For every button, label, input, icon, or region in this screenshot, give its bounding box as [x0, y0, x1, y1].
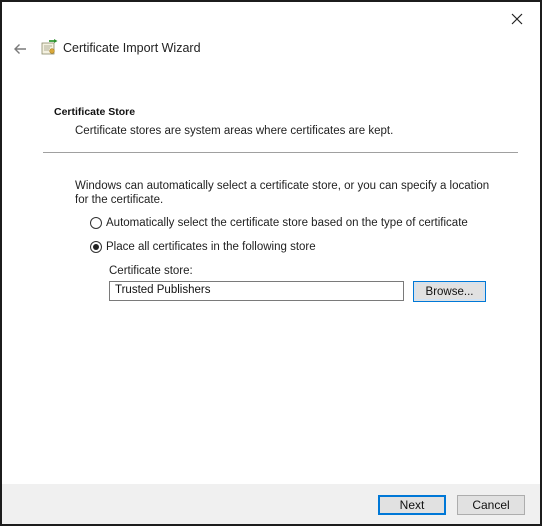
certificate-import-wizard-window: Certificate Import Wizard Certificate St…	[0, 0, 542, 526]
footer-bar: Next Cancel	[2, 484, 540, 524]
radio-place-in-store[interactable]: Place all certificates in the following …	[90, 241, 316, 253]
radio-auto-select-label: Automatically select the certificate sto…	[106, 217, 468, 229]
certificate-store-label: Certificate store:	[109, 265, 193, 277]
radio-auto-select[interactable]: Automatically select the certificate sto…	[90, 217, 468, 229]
next-button[interactable]: Next	[378, 495, 446, 515]
browse-button[interactable]: Browse...	[413, 281, 486, 302]
section-description: Certificate stores are system areas wher…	[75, 125, 394, 137]
window-title: Certificate Import Wizard	[63, 41, 201, 55]
back-button[interactable]	[8, 38, 32, 60]
back-arrow-icon	[14, 44, 26, 54]
intro-text: Windows can automatically select a certi…	[75, 180, 490, 206]
radio-place-in-store-label: Place all certificates in the following …	[106, 241, 316, 253]
close-icon	[511, 13, 523, 25]
certificate-store-field[interactable]: Trusted Publishers	[109, 281, 404, 301]
divider	[43, 152, 518, 153]
certificate-icon	[41, 39, 58, 55]
radio-button-unselected[interactable]	[90, 217, 102, 229]
radio-button-selected[interactable]	[90, 241, 102, 253]
section-title: Certificate Store	[54, 106, 136, 118]
cancel-button[interactable]: Cancel	[457, 495, 525, 515]
close-button[interactable]	[502, 6, 532, 32]
